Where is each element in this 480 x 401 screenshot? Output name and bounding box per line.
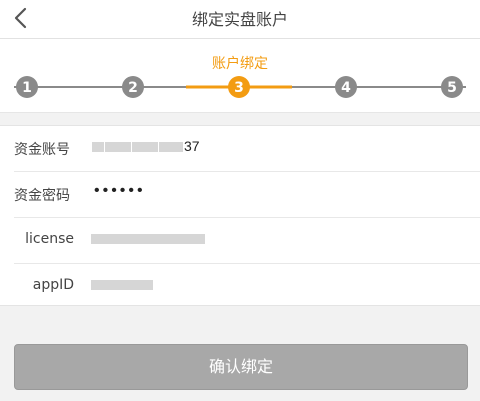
step-1: 1 (16, 76, 38, 98)
appid-field[interactable] (91, 276, 154, 292)
masked-text (105, 142, 131, 153)
license-label: license (25, 231, 74, 247)
appid-label: appID (32, 277, 74, 293)
step-number: 1 (22, 80, 32, 96)
step-4: 4 (335, 76, 357, 98)
masked-text (91, 234, 205, 245)
masked-text (159, 142, 183, 153)
step-3: 3 (228, 76, 250, 98)
password-field[interactable]: •••••• (94, 182, 146, 200)
account-value-tail: 37 (184, 138, 200, 154)
license-row[interactable]: license (14, 217, 480, 263)
step-progress: 账户绑定 1 2 3 4 5 (0, 39, 480, 113)
step-5: 5 (441, 76, 463, 98)
step-number: 3 (234, 80, 244, 96)
account-label: 资金账号 (14, 142, 70, 158)
license-field[interactable] (91, 230, 206, 246)
step-number: 5 (447, 80, 457, 96)
step-track: 1 2 3 4 5 (14, 76, 466, 98)
account-form: 资金账号 37 资金密码 •••••• license appID (0, 125, 480, 306)
account-field[interactable]: 37 (92, 138, 200, 154)
step-caption: 账户绑定 (212, 56, 268, 72)
masked-text (91, 280, 153, 291)
navbar: 绑定实盘账户 (0, 0, 480, 39)
confirm-bind-button[interactable]: 确认绑定 (14, 344, 468, 390)
appid-row[interactable]: appID (14, 263, 480, 309)
page-title: 绑定实盘账户 (191, 10, 288, 29)
account-row[interactable]: 资金账号 37 (0, 126, 480, 171)
step-2: 2 (122, 76, 144, 98)
step-number: 2 (128, 80, 138, 96)
password-row[interactable]: 资金密码 •••••• (14, 171, 480, 217)
step-number: 4 (341, 80, 351, 96)
masked-text (92, 142, 104, 153)
password-label: 资金密码 (14, 188, 70, 204)
masked-text (132, 142, 158, 153)
